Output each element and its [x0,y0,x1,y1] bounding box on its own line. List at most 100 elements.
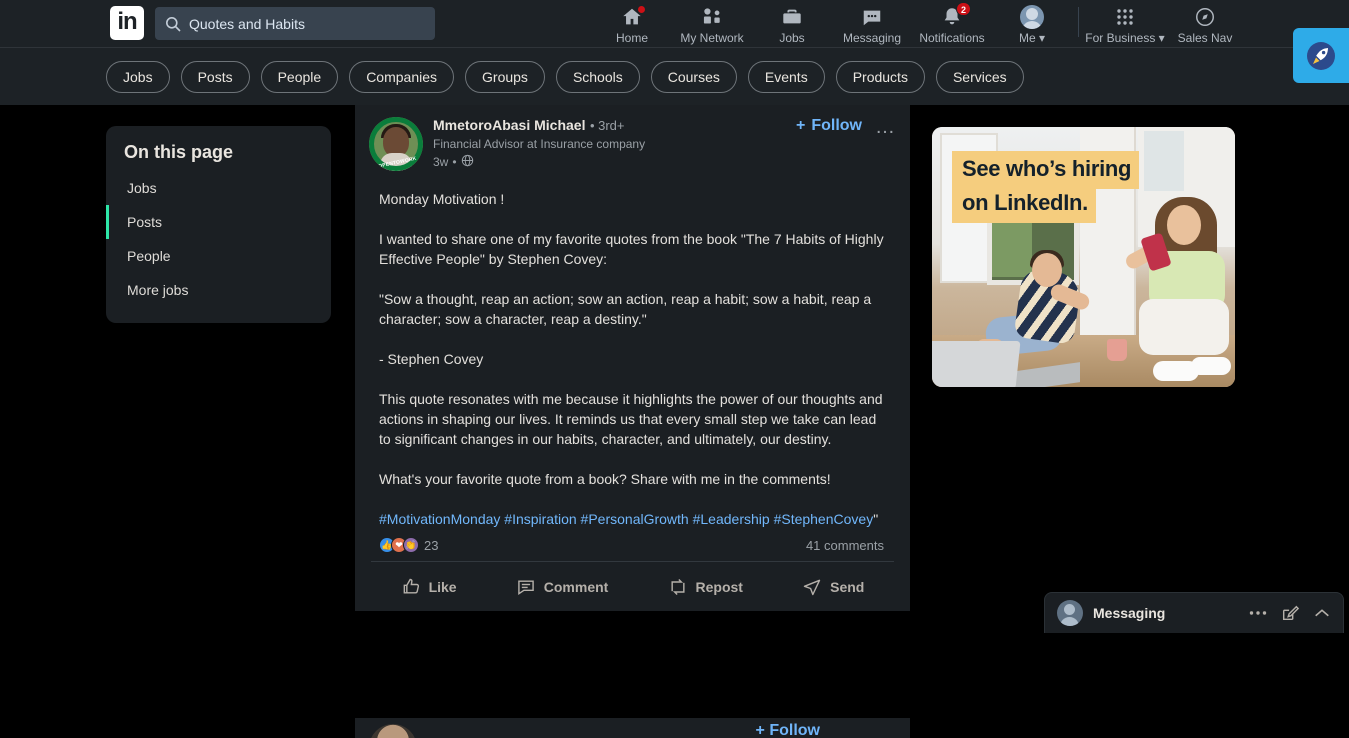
filter-pill-courses[interactable]: Courses [650,60,737,93]
messaging-dock-title: Messaging [1093,605,1166,621]
follow-button[interactable]: + Follow [756,722,820,738]
post-hashtags-text: #MotivationMonday #Inspiration #Personal… [379,511,874,527]
bell-icon: 2 [941,2,971,29]
reaction-count: 23 [424,537,439,553]
next-post-card[interactable]: + Follow [355,718,910,738]
repost-icon [668,577,688,597]
on-this-page-card: On this page Jobs Posts People More jobs [106,126,331,323]
nav-item-my-network[interactable]: My Network [672,0,752,47]
linkedin-logo[interactable]: in [110,6,144,40]
post-time: 3w [433,155,449,169]
post-paragraph-4: - Stephen Covey [379,351,484,367]
nav-divider [1078,7,1079,37]
post-author-degree: • 3rd+ [589,118,625,133]
sidebar-item-jobs[interactable]: Jobs [106,171,331,205]
nav-item-sales-nav[interactable]: Sales Nav [1165,0,1245,47]
message-bubble-icon [861,5,883,29]
nav-label-me: Me ▾ [1018,31,1046,45]
nav-item-jobs[interactable]: Jobs [752,0,832,47]
filter-pill-people[interactable]: People [260,60,339,93]
chevron-down-icon: ▾ [1038,31,1046,45]
send-button[interactable]: Send [788,571,878,603]
post-header: #OPENTOWORK MmetoroAbasi Michael • 3rd+ … [367,117,898,171]
filter-pill-schools[interactable]: Schools [555,60,640,93]
search-input-value: Quotes and Habits [189,15,305,32]
send-icon [802,577,822,597]
avatar-icon [1020,5,1044,29]
post-author-headline: Financial Advisor at Insurance company [433,137,646,151]
grid-apps-icon [1115,5,1135,29]
filter-pill-posts[interactable]: Posts [180,60,250,93]
sidebar-item-more-jobs[interactable]: More jobs [106,273,331,307]
filter-pill-jobs[interactable]: Jobs [106,60,170,93]
nav-item-notifications[interactable]: 2 Notifications [912,0,992,47]
post-reaction-row: 👍 ❤ 👏 23 41 comments [367,535,898,561]
filter-pill-groups[interactable]: Groups [465,60,545,93]
chevron-down-icon: ▾ [1158,31,1165,45]
send-label: Send [830,578,865,595]
avatar[interactable]: #OPENTOWORK [369,117,423,171]
post-meta-dot: • [452,155,457,169]
post-paragraph-5: This quote resonates with me because it … [379,391,883,447]
nav-label-my-network: My Network [680,31,744,45]
on-this-page-title: On this page [124,142,234,162]
top-navigation-bar: in Quotes and Habits Home My Network Job… [0,0,1349,47]
sidebar-item-posts[interactable]: Posts [106,205,331,239]
filter-pill-events[interactable]: Events [747,60,825,93]
repost-label: Repost [695,578,743,595]
comment-icon [516,577,536,597]
filter-pill-products[interactable]: Products [835,60,925,93]
avatar [1057,600,1083,626]
nav-label-messaging: Messaging [842,31,902,45]
post-card: #OPENTOWORK MmetoroAbasi Michael • 3rd+ … [355,105,910,611]
post-paragraph-6: What's your favorite quote from a book? … [379,471,831,487]
globe-icon [461,154,474,170]
repost-button[interactable]: Repost [654,571,757,603]
support-reaction-icon: 👏 [403,537,419,553]
post-paragraph-2: I wanted to share one of my favorite quo… [379,231,884,267]
filter-pill-companies[interactable]: Companies [349,60,455,93]
comment-button[interactable]: Comment [502,571,623,603]
search-input[interactable]: Quotes and Habits [155,7,435,40]
post-hashtags[interactable]: #MotivationMonday #Inspiration #Personal… [379,509,888,529]
primary-nav-items: Home My Network Jobs Messaging 2 Notific… [592,0,1245,47]
avatar [369,724,417,738]
post-meta: 3w • [433,154,645,170]
compass-icon [1194,5,1216,29]
messaging-dock[interactable]: Messaging [1044,592,1344,633]
thumbs-up-icon [401,577,421,597]
nav-label-home: Home [615,31,648,45]
comments-count[interactable]: 41 comments [806,538,884,553]
reactions-summary[interactable]: 👍 ❤ 👏 23 [379,537,438,553]
like-button[interactable]: Like [387,571,471,603]
more-options-icon[interactable] [1249,610,1267,616]
ad-headline-line1: See who’s hiring [952,151,1140,189]
post-author[interactable]: MmetoroAbasi Michael • 3rd+ [433,117,645,135]
like-label: Like [428,578,457,595]
sidebar-item-people[interactable]: People [106,239,331,273]
home-icon [621,5,646,29]
post-paragraph-1: Monday Motivation ! [379,191,505,207]
follow-label: Follow [811,117,862,134]
chevron-up-icon[interactable] [1313,607,1331,619]
network-icon [701,5,723,29]
advertisement-banner[interactable]: See who’s hiring on LinkedIn. [932,127,1235,387]
nav-label-for-business: For Business ▾ [1085,31,1165,45]
reaction-icons: 👍 ❤ 👏 [379,537,419,553]
filter-pill-services[interactable]: Services [935,60,1024,93]
nav-item-home[interactable]: Home [592,0,672,47]
nav-label-sales-nav: Sales Nav [1177,31,1233,45]
plus-icon: + [796,117,806,134]
nav-item-me[interactable]: Me ▾ [992,0,1072,47]
follow-button[interactable]: + Follow [796,117,862,135]
compose-message-icon[interactable] [1281,604,1299,622]
nav-item-messaging[interactable]: Messaging [832,0,912,47]
linkedin-logo-text: in [117,8,137,35]
comment-label: Comment [543,578,609,595]
rocket-launch-button[interactable] [1293,28,1349,83]
notifications-badge: 2 [956,2,971,16]
messaging-dock-icons [1249,604,1331,622]
post-more-options-button[interactable]: … [875,117,896,137]
filter-pill-bar: Jobs Posts People Companies Groups Schoo… [0,47,1349,105]
nav-item-for-business[interactable]: For Business ▾ [1085,0,1165,47]
